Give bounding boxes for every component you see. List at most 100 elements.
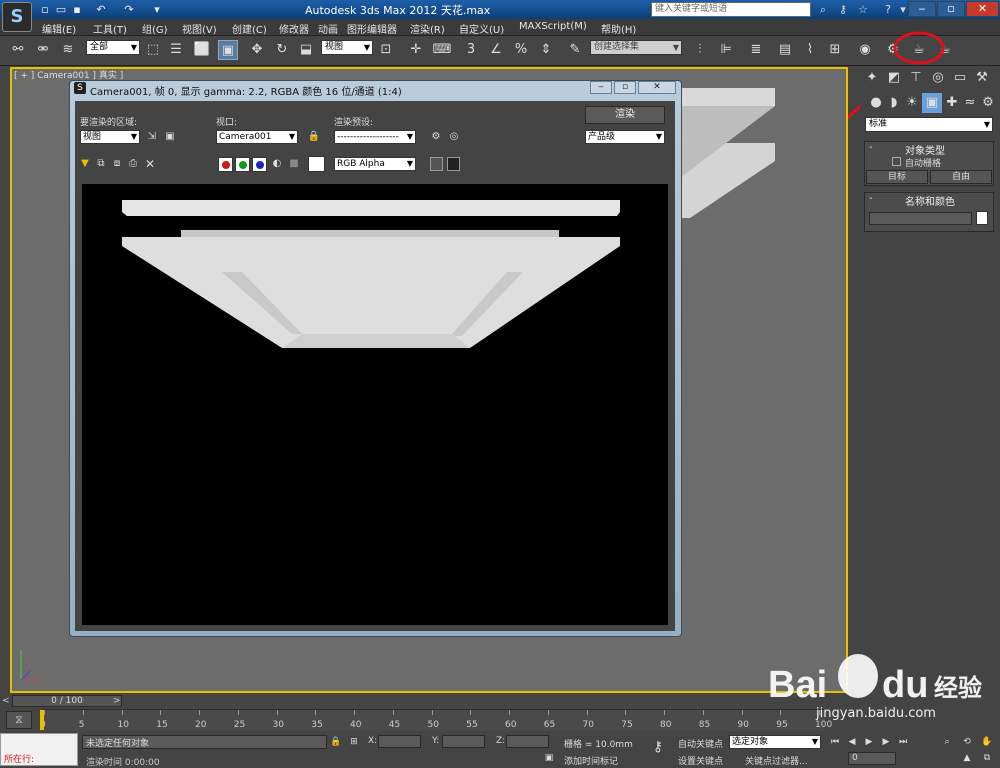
add-time-tag[interactable]: 添加时间标记 <box>564 754 618 767</box>
quick-access-dropdown-icon[interactable]: ▾ <box>150 2 164 17</box>
open-file-icon[interactable]: ▭ <box>54 2 68 17</box>
modify-panel-icon[interactable]: ◩ <box>884 68 904 88</box>
rectangle-selection-icon[interactable]: ⬜ <box>192 40 212 60</box>
copy-image-icon[interactable]: ⧉ <box>94 156 108 172</box>
environment-icon[interactable]: ◎ <box>446 129 462 145</box>
blue-channel-toggle[interactable] <box>252 157 267 172</box>
selection-filter-dropdown[interactable]: 全部 ▼ <box>86 40 140 55</box>
lights-icon[interactable]: ☀ <box>902 93 922 113</box>
clone-window-icon[interactable]: ⧈ <box>110 156 124 172</box>
object-type-title[interactable]: 对象类型 <box>905 142 945 157</box>
minimize-button[interactable]: ‒ <box>908 1 936 17</box>
pivot-center-icon[interactable]: ⊡ <box>376 40 396 60</box>
select-by-name-icon[interactable]: ☰ <box>166 40 186 60</box>
menu-edit[interactable]: 编辑(E) <box>42 21 76 36</box>
pan-icon[interactable]: ✋ <box>980 735 994 749</box>
render-window-maximize[interactable]: ▫ <box>614 81 636 94</box>
window-crossing-icon[interactable]: ▣ <box>218 40 238 60</box>
hierarchy-panel-icon[interactable]: ⊤ <box>906 68 926 88</box>
next-frame-icon[interactable]: ▶ <box>879 735 893 749</box>
systems-icon[interactable]: ⚙ <box>978 93 998 113</box>
go-to-end-icon[interactable]: ⏭ <box>896 735 910 749</box>
lock-viewport-icon[interactable]: 🔒 <box>306 129 322 145</box>
y-coordinate-field[interactable] <box>442 735 485 748</box>
rollout-collapse-sign-2[interactable]: - <box>869 193 873 204</box>
menu-views[interactable]: 视图(V) <box>182 21 217 36</box>
zoom-icon[interactable]: ⌕ <box>940 735 954 749</box>
scale-icon[interactable]: ⬓ <box>296 40 316 60</box>
set-key-icon[interactable]: ⚷ <box>648 738 668 756</box>
render-quality-dropdown[interactable]: 产品级 ▼ <box>585 130 665 144</box>
time-slider-prev-icon[interactable]: < <box>2 695 10 707</box>
motion-panel-icon[interactable]: ◎ <box>928 68 948 88</box>
save-image-icon[interactable]: ▼ <box>78 156 92 172</box>
align-icon[interactable]: ⊫ <box>716 40 736 60</box>
edit-region-icon[interactable]: ⇲ <box>144 129 160 145</box>
select-manipulate-icon[interactable]: ✛ <box>406 40 426 60</box>
link-icon[interactable]: ⚯ <box>8 40 28 60</box>
move-icon[interactable]: ✥ <box>247 40 267 60</box>
menu-animation[interactable]: 动画 <box>318 21 338 36</box>
unlink-icon[interactable]: ⚮ <box>33 40 53 60</box>
rotate-icon[interactable]: ↻ <box>272 40 292 60</box>
menu-modifiers[interactable]: 修改器 <box>279 21 309 36</box>
keyboard-shortcut-icon[interactable]: ⌨ <box>432 40 452 60</box>
menu-help[interactable]: 帮助(H) <box>601 21 636 36</box>
menu-customize[interactable]: 自定义(U) <box>459 21 504 36</box>
menu-maxscript[interactable]: MAXScript(M) <box>519 21 587 32</box>
space-warps-icon[interactable]: ≈ <box>960 93 980 113</box>
channel-display-dropdown[interactable]: RGB Alpha ▼ <box>334 157 416 171</box>
save-icon[interactable]: ▪ <box>70 2 84 17</box>
name-color-title[interactable]: 名称和颜色 <box>905 193 955 208</box>
reference-coordinate-dropdown[interactable]: 视图 ▼ <box>321 40 373 55</box>
render-preset-dropdown[interactable]: ------------------- ▼ <box>334 130 416 144</box>
edit-named-selection-icon[interactable]: ✎ <box>565 40 585 60</box>
geometry-icon[interactable]: ● <box>866 93 886 113</box>
selection-lock-icon[interactable]: 🔒 <box>330 735 342 749</box>
helpers-icon[interactable]: ✚ <box>942 93 962 113</box>
menu-tools[interactable]: 工具(T) <box>93 21 127 36</box>
percent-snap-icon[interactable]: % <box>511 40 531 60</box>
green-channel-toggle[interactable] <box>235 157 250 172</box>
utilities-panel-icon[interactable]: ⚒ <box>972 68 992 88</box>
toggle-ui-overlay-icon[interactable] <box>430 157 443 171</box>
key-filters-button[interactable]: 关键点过滤器... <box>745 754 808 767</box>
time-slider-next-icon[interactable]: > <box>113 695 121 707</box>
field-of-view-icon[interactable]: ▲ <box>960 752 974 765</box>
red-channel-toggle[interactable] <box>218 157 233 172</box>
print-icon[interactable]: ⎙ <box>126 156 140 172</box>
time-slider[interactable]: 0 / 100 <box>12 695 122 707</box>
alpha-channel-icon[interactable]: ◐ <box>270 156 284 172</box>
go-to-start-icon[interactable]: ⏮ <box>828 735 842 749</box>
mini-curve-editor-icon[interactable]: ⧖ <box>6 711 32 729</box>
toggle-ui-icon[interactable] <box>447 157 460 171</box>
absolute-mode-icon[interactable]: ⊞ <box>348 735 360 749</box>
render-window-minimize[interactable]: ‒ <box>590 81 612 94</box>
select-object-icon[interactable]: ⬚ <box>143 40 163 60</box>
angle-snap-icon[interactable]: ∠ <box>486 40 506 60</box>
swatch-color[interactable] <box>308 156 325 172</box>
spinner-snap-icon[interactable]: ⇕ <box>536 40 556 60</box>
create-panel-icon[interactable]: ✦ <box>862 68 882 88</box>
timeline-ruler[interactable]: 0510152025303540455055606570758085909510… <box>40 709 832 731</box>
orbit-icon[interactable]: ⟲ <box>960 735 974 749</box>
help-icon[interactable]: ? <box>880 2 896 17</box>
render-setup-small-icon[interactable]: ⚙ <box>428 129 444 145</box>
area-to-render-dropdown[interactable]: 视图 ▼ <box>80 130 140 144</box>
viewport-select-dropdown[interactable]: Camera001 ▼ <box>216 130 298 144</box>
auto-grid-checkbox[interactable] <box>892 157 901 166</box>
display-panel-icon[interactable]: ▭ <box>950 68 970 88</box>
key-icon[interactable]: ⚷ <box>835 2 851 17</box>
snaps-toggle-icon[interactable]: 3 <box>461 40 481 60</box>
key-mode-dropdown[interactable]: 选定对象 ▼ <box>729 735 821 749</box>
undo-icon[interactable]: ↶ <box>94 2 108 17</box>
object-category-dropdown[interactable]: 标准 ▼ <box>865 117 993 132</box>
rollout-collapse-sign[interactable]: - <box>869 142 873 153</box>
new-file-icon[interactable]: ▫ <box>38 2 52 17</box>
render-button[interactable]: 渲染 <box>585 106 665 124</box>
close-button[interactable]: ✕ <box>966 1 999 17</box>
current-frame-field[interactable]: 0 <box>848 752 896 765</box>
play-icon[interactable]: ▶ <box>862 735 876 749</box>
app-logo[interactable]: S <box>2 2 32 32</box>
maximize-button[interactable]: ▫ <box>937 1 965 17</box>
